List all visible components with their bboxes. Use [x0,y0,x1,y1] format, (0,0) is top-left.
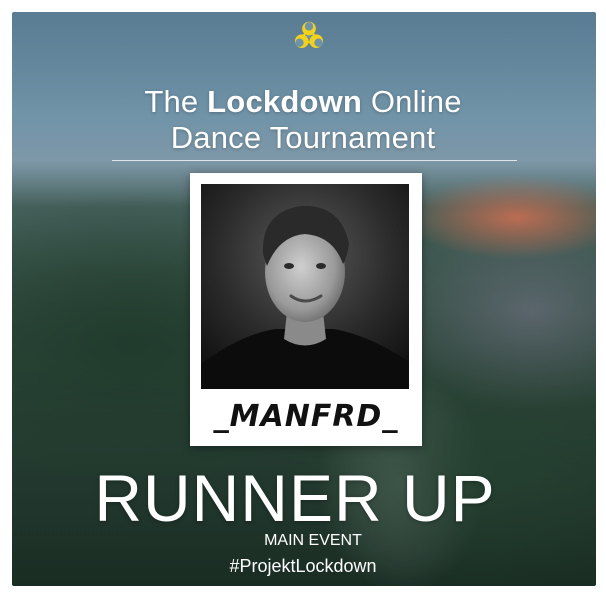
dancer-portrait [201,184,409,389]
biohazard-icon [294,21,324,49]
dancer-handle: _MANFRD_ [213,399,399,434]
title-divider [112,160,517,161]
polaroid-card: _MANFRD_ [190,173,422,446]
page-title-line-2: Dance Tournament [170,120,436,155]
page-title-line-1: The Lockdown Online [144,84,462,119]
portrait-illustration [201,184,409,389]
placement-text: RUNNER UP [94,461,496,535]
poster-frame: The Lockdown Online Dance Tournament _MA… [0,0,606,596]
hashtag: #ProjektLockdown [229,556,377,576]
event-label: MAIN EVENT [264,532,362,549]
